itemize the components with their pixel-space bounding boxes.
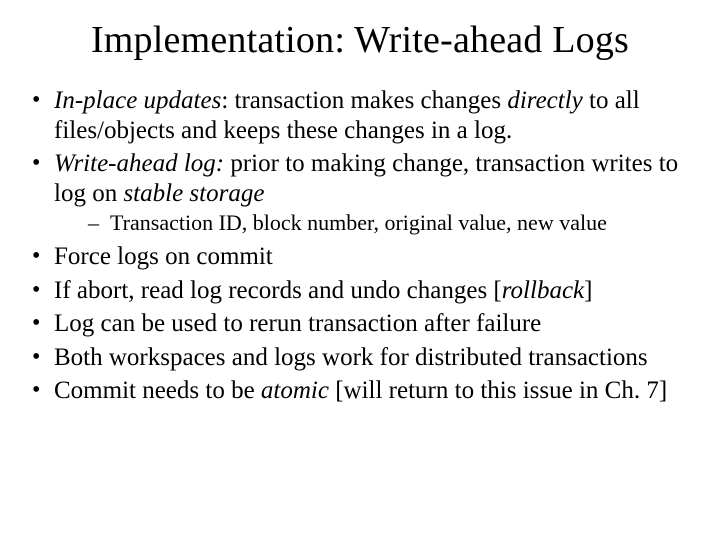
bullet-item: Both workspaces and logs work for distri… bbox=[26, 343, 694, 373]
bullet-item: Log can be used to rerun transaction aft… bbox=[26, 309, 694, 339]
bullet-item: In-place updates: transaction makes chan… bbox=[26, 86, 694, 145]
text-italic: atomic bbox=[261, 377, 329, 404]
bullet-list: In-place updates: transaction makes chan… bbox=[26, 86, 694, 406]
sub-bullet-item: Transaction ID, block number, original v… bbox=[54, 210, 694, 236]
text-italic: Write-ahead log: bbox=[54, 150, 224, 177]
bullet-item: Commit needs to be atomic [will return t… bbox=[26, 376, 694, 406]
text: If abort, read log records and undo chan… bbox=[54, 277, 502, 304]
text-italic: In-place updates bbox=[54, 87, 221, 114]
text: ] bbox=[584, 277, 592, 304]
bullet-item: Write-ahead log: prior to making change,… bbox=[26, 149, 694, 236]
text-italic: directly bbox=[507, 87, 582, 114]
text: : transaction makes changes bbox=[221, 87, 507, 114]
text-italic: stable storage bbox=[123, 180, 264, 207]
text: Commit needs to be bbox=[54, 377, 261, 404]
bullet-item: Force logs on commit bbox=[26, 242, 694, 272]
text-italic: rollback bbox=[502, 277, 584, 304]
text: [will return to this issue in Ch. 7] bbox=[329, 377, 667, 404]
bullet-item: If abort, read log records and undo chan… bbox=[26, 276, 694, 306]
slide: { "title": "Implementation: Write-ahead … bbox=[0, 0, 720, 540]
slide-title: Implementation: Write-ahead Logs bbox=[26, 18, 694, 62]
sub-bullet-list: Transaction ID, block number, original v… bbox=[54, 210, 694, 236]
